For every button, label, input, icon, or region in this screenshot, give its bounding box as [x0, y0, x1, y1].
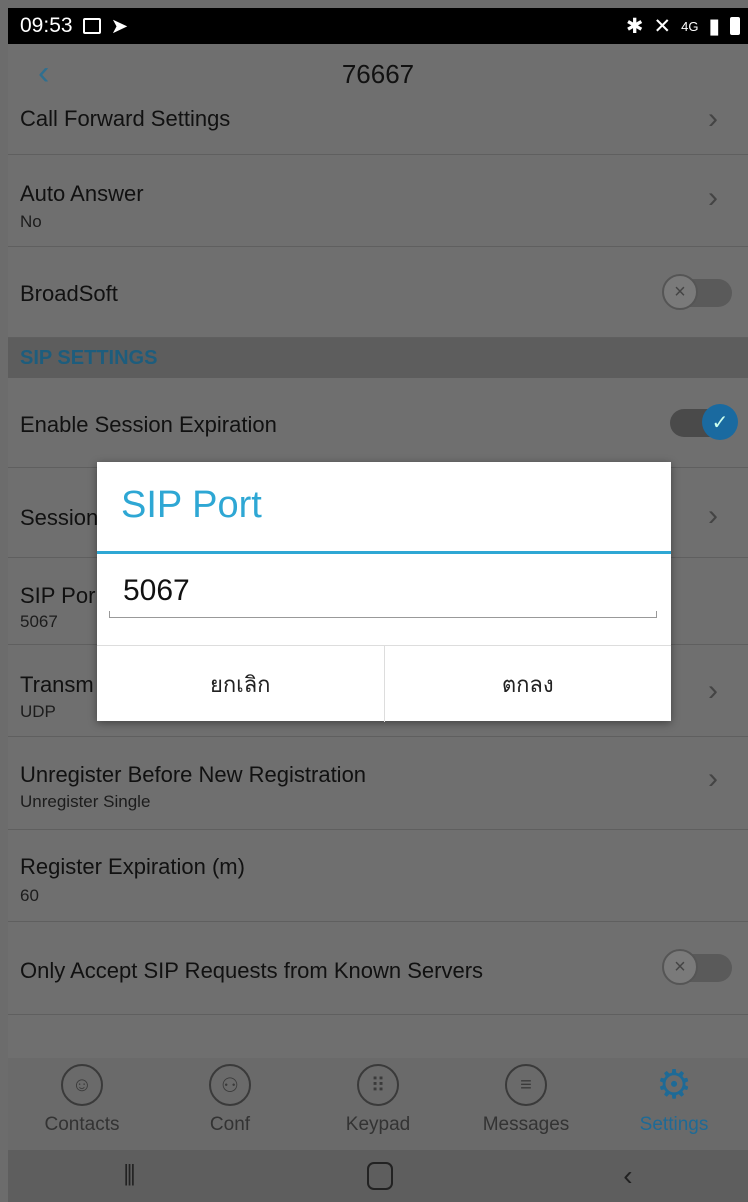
row-value: 60 — [20, 886, 39, 905]
toggle-on-check-icon: ✓ — [702, 404, 738, 440]
system-back-icon[interactable]: ‹ — [623, 1160, 632, 1192]
settings-row-register-expiration[interactable]: Register Expiration (m) 60 — [8, 831, 748, 922]
network-type: 4G — [681, 18, 699, 34]
settings-row-session-expiration[interactable]: Enable Session Expiration ✓ — [8, 378, 748, 468]
settings-row-auto-answer[interactable]: Auto Answer No › — [8, 156, 748, 247]
nav-label: Contacts — [44, 1114, 120, 1135]
toggle-off-icon: × — [662, 274, 698, 310]
row-title: Register Expiration (m) — [20, 854, 245, 879]
status-bar: 09:53 ➤ ✱ ✕ 4G ▮ — [8, 8, 748, 44]
conference-icon: ⚇ — [209, 1064, 251, 1106]
cancel-button[interactable]: ยกเลิก — [97, 646, 384, 722]
chevron-right-icon: › — [708, 762, 718, 795]
row-title: Auto Answer — [20, 181, 144, 206]
gallery-notification-icon — [82, 18, 101, 34]
row-value: UDP — [20, 702, 56, 721]
row-title: BroadSoft — [20, 281, 118, 306]
chevron-right-icon: › — [708, 102, 718, 135]
row-value: 5067 — [20, 612, 58, 631]
settings-row-unregister[interactable]: Unregister Before New Registration Unreg… — [8, 738, 748, 830]
system-navigation-bar: ⦀ ‹ — [8, 1150, 748, 1202]
settings-row-known-servers[interactable]: Only Accept SIP Requests from Known Serv… — [8, 923, 748, 1015]
contacts-icon: ☺ — [61, 1064, 103, 1106]
page-title: 76667 — [341, 58, 415, 89]
nav-keypad[interactable]: ⠿ Keypad — [304, 1058, 452, 1150]
row-title: Session — [20, 505, 99, 530]
row-title: SIP Por — [20, 583, 96, 608]
bottom-navigation: ☺ Contacts ⚇ Conf ⠿ Keypad ≡ Messages ⚙ … — [8, 1058, 748, 1150]
row-title: Only Accept SIP Requests from Known Serv… — [20, 958, 484, 983]
dialog-divider — [97, 551, 671, 554]
nav-settings[interactable]: ⚙ Settings — [600, 1058, 748, 1150]
send-notification-icon: ➤ — [110, 14, 129, 38]
sip-port-input[interactable]: 5067 — [109, 574, 657, 618]
nav-conf[interactable]: ⚇ Conf — [156, 1058, 304, 1150]
keypad-icon: ⠿ — [357, 1064, 399, 1106]
gear-icon: ⚙ — [656, 1063, 692, 1107]
toggle-off-icon: × — [662, 949, 698, 985]
row-value: Unregister Single — [20, 792, 151, 811]
ok-button[interactable]: ตกลง — [383, 646, 672, 722]
home-icon[interactable] — [366, 1162, 393, 1190]
dialog-buttons: ยกเลิก ตกลง — [97, 645, 671, 722]
dialog-title: SIP Port — [121, 484, 262, 526]
row-title: Enable Session Expiration — [20, 412, 277, 437]
signal-icon: ▮ — [708, 14, 720, 38]
nav-label: Keypad — [345, 1114, 411, 1135]
session-expiration-toggle[interactable]: ✓ — [662, 404, 738, 442]
nav-label: Messages — [482, 1114, 570, 1135]
row-title: Call Forward Settings — [20, 106, 231, 131]
nav-label: Settings — [639, 1114, 709, 1135]
nav-label: Conf — [209, 1114, 251, 1135]
row-title: Transm — [20, 672, 94, 697]
sip-port-dialog: SIP Port 5067 ยกเลิก ตกลง — [97, 462, 671, 722]
app-header: ‹ 76667 — [8, 44, 748, 104]
settings-row-broadsoft[interactable]: BroadSoft × — [8, 248, 748, 338]
bluetooth-icon: ✱ — [625, 14, 644, 38]
recent-apps-icon[interactable]: ⦀ — [123, 1160, 135, 1193]
back-chevron-icon[interactable]: ‹ — [38, 54, 49, 93]
nav-contacts[interactable]: ☺ Contacts — [8, 1058, 156, 1150]
known-servers-toggle[interactable]: × — [662, 949, 738, 987]
mute-icon: ✕ — [653, 14, 672, 38]
row-title: Unregister Before New Registration — [20, 762, 367, 787]
chevron-right-icon: › — [708, 499, 718, 532]
broadsoft-toggle[interactable]: × — [662, 274, 738, 312]
nav-messages[interactable]: ≡ Messages — [452, 1058, 600, 1150]
battery-icon — [730, 17, 740, 35]
messages-icon: ≡ — [505, 1064, 547, 1106]
row-value: No — [20, 212, 42, 231]
status-time: 09:53 — [20, 14, 73, 37]
chevron-right-icon: › — [708, 181, 718, 214]
chevron-right-icon: › — [708, 674, 718, 707]
section-header-sip: SIP SETTINGS — [8, 338, 748, 378]
